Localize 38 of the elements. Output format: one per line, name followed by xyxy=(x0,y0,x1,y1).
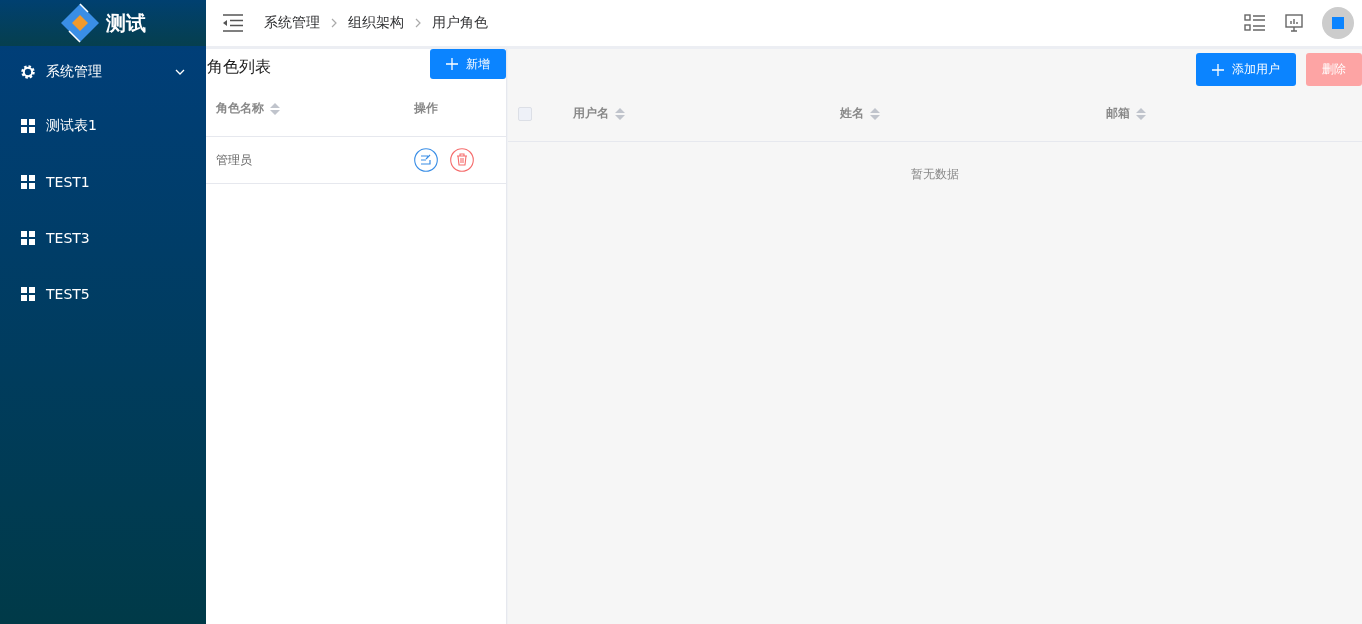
edit-icon[interactable] xyxy=(414,148,438,172)
empty-text: 暂无数据 xyxy=(910,166,960,183)
sidebar-item[interactable]: 测试表1 xyxy=(0,98,206,154)
sort-icon[interactable] xyxy=(270,102,280,115)
sidebar-item[interactable]: TEST3 xyxy=(0,210,206,266)
add-button[interactable]: 新增 xyxy=(430,49,506,79)
square-icon xyxy=(1332,17,1344,29)
chevron-right-icon xyxy=(414,18,422,28)
select-all-checkbox[interactable] xyxy=(518,106,532,121)
plus-icon xyxy=(446,58,458,70)
grid-icon xyxy=(20,174,36,190)
breadcrumb-item[interactable]: 系统管理 xyxy=(264,14,320,32)
column-header: 邮箱 xyxy=(1106,105,1130,122)
menu-fold-icon[interactable] xyxy=(222,14,244,32)
breadcrumb-item[interactable]: 组织架构 xyxy=(348,14,404,32)
sidebar-item[interactable]: TEST1 xyxy=(0,154,206,210)
user-avatar[interactable] xyxy=(1322,7,1354,39)
grid-icon xyxy=(20,118,36,134)
gear-icon xyxy=(20,64,36,80)
table-cell-text: 管理员 xyxy=(215,151,253,169)
column-header: 角色名称 xyxy=(216,100,264,117)
column-header: 用户名 xyxy=(573,105,609,122)
grid-icon xyxy=(20,230,36,246)
sidebar-item[interactable]: TEST5 xyxy=(0,266,206,322)
sidebar-item[interactable]: 系统管理 xyxy=(0,46,206,98)
panel-title: 角色列表 xyxy=(206,57,271,78)
chevron-right-icon xyxy=(330,18,338,28)
column-header: 姓名 xyxy=(840,105,864,122)
puzzle-logo-icon xyxy=(60,3,100,43)
column-header: 操作 xyxy=(414,100,438,117)
presentation-chart-icon[interactable] xyxy=(1284,13,1304,33)
logo-title: 测试 xyxy=(106,9,146,37)
trash-icon[interactable] xyxy=(450,148,474,172)
list-icon[interactable] xyxy=(1244,14,1266,32)
breadcrumb-item[interactable]: 用户角色 xyxy=(432,14,488,32)
grid-icon xyxy=(20,286,36,302)
add-user-button[interactable]: 添加用户 xyxy=(1196,53,1296,86)
plus-icon xyxy=(1212,63,1224,76)
